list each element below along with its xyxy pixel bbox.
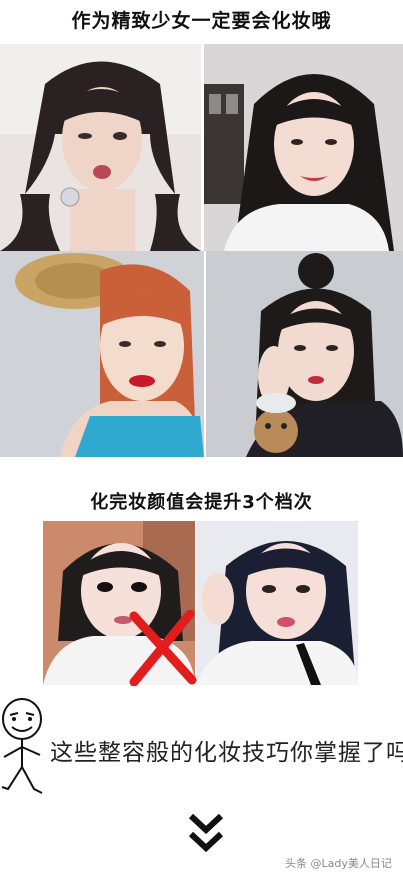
photo-girl-long-hair-smile xyxy=(204,44,403,251)
double-chevron-down-icon[interactable] xyxy=(187,812,225,858)
watermark: 头条 @Lady美人日记 xyxy=(285,857,392,870)
meme-face-icon xyxy=(1,698,43,794)
photo-girl-bun-with-doll xyxy=(206,251,403,457)
photo-after-makeup xyxy=(196,521,358,685)
photo-girl-straw-hat-red-lips xyxy=(0,251,204,457)
page-title: 作为精致少女一定要会化妆哦 xyxy=(71,10,332,32)
cross-mark-icon xyxy=(129,610,197,686)
call-to-action-text: 这些整容般的化妆技巧你掌握了吗 xyxy=(50,740,403,766)
photo-girl-pigtails-wink xyxy=(0,44,201,251)
section-title: 化完妆颜值会提升3个档次 xyxy=(90,492,313,513)
